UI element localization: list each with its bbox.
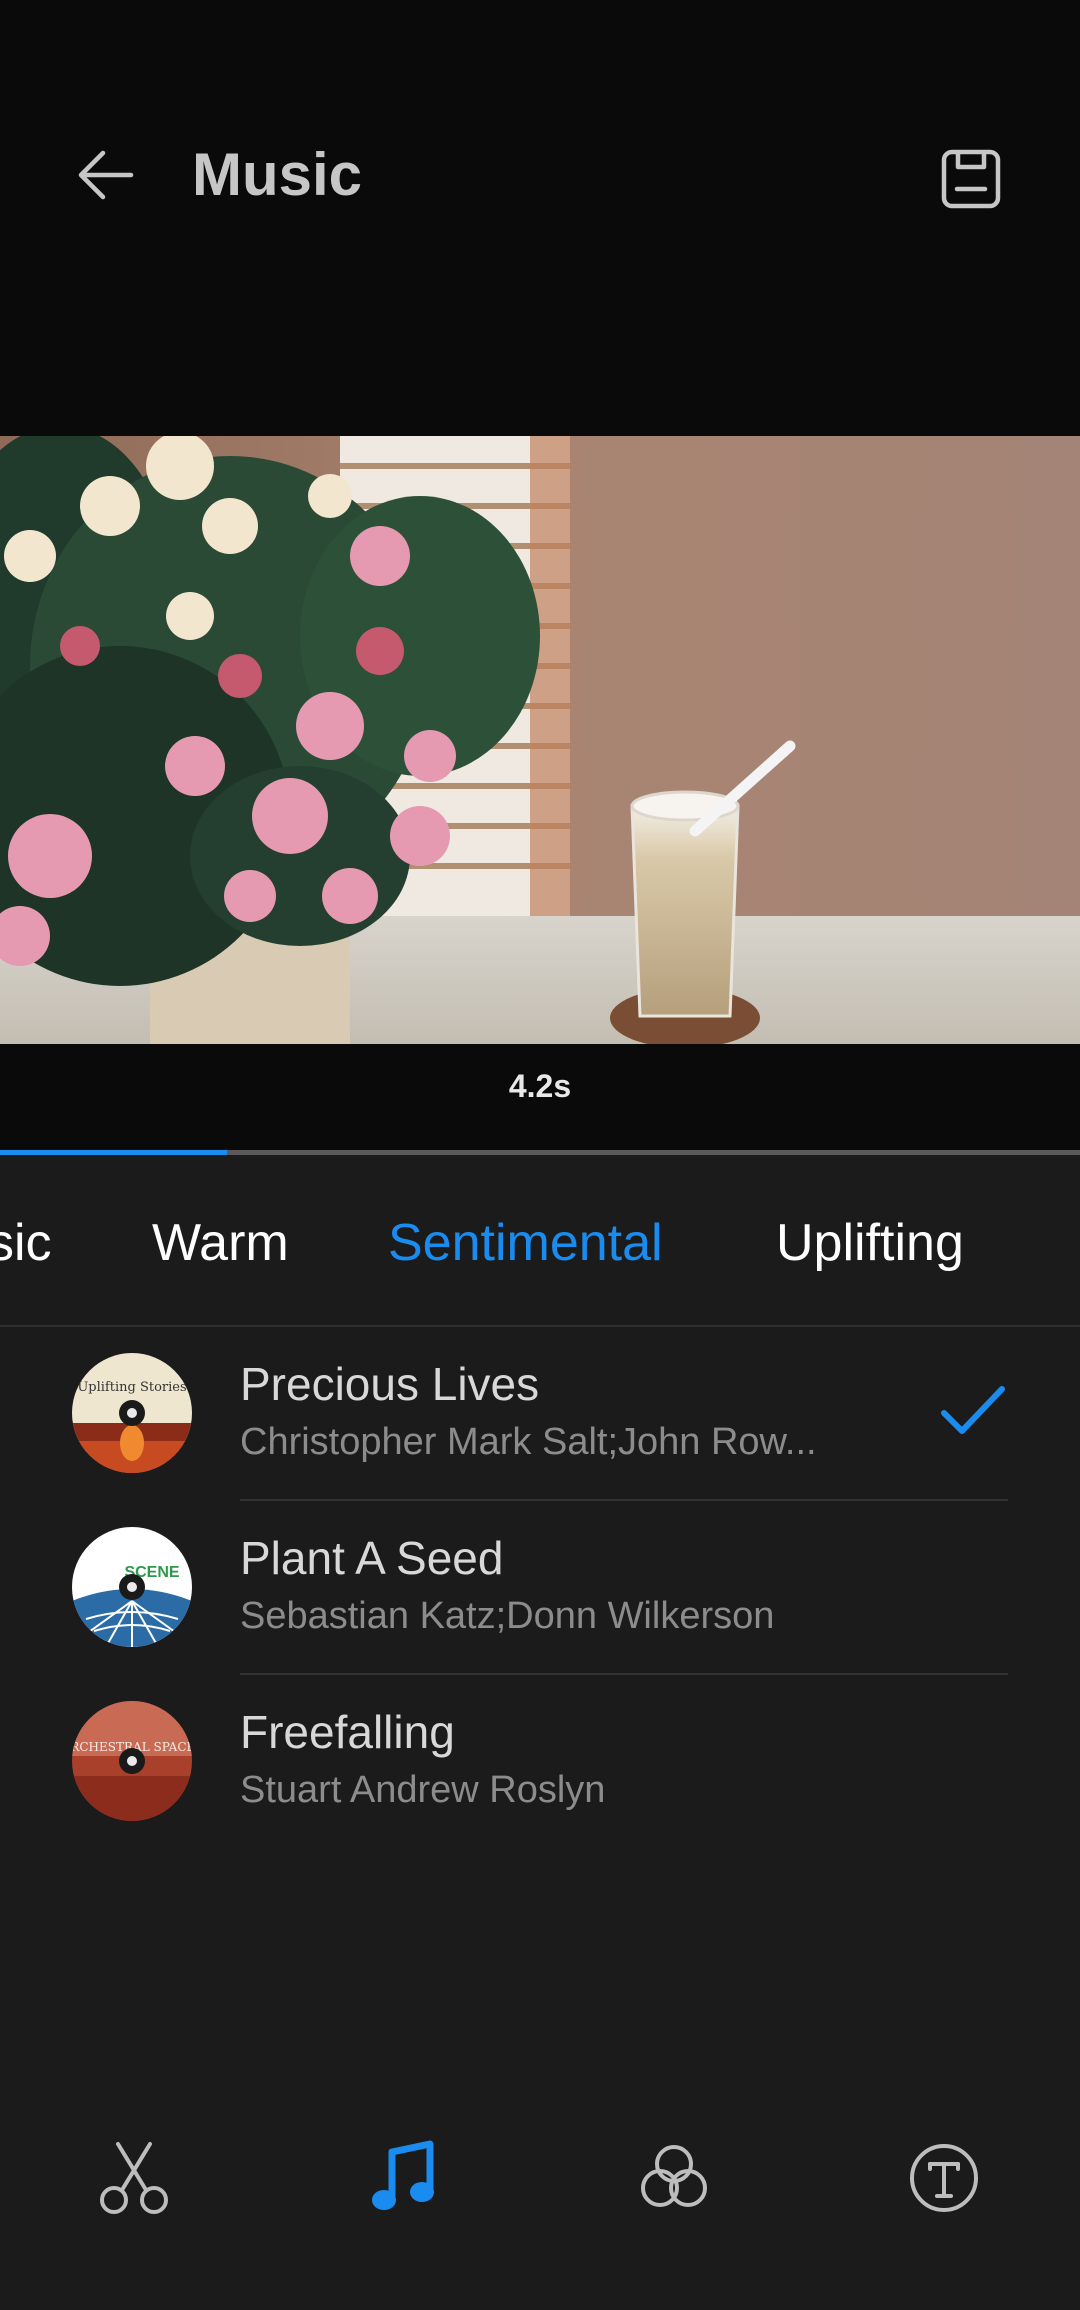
music-category-tabs: sic Warm Sentimental Uplifting <box>0 1155 1080 1327</box>
list-item[interactable]: Uplifting Stories Precious Lives Christo… <box>0 1327 1080 1501</box>
check-icon <box>941 1386 1005 1434</box>
music-note-icon <box>372 2140 434 2210</box>
playback-time: 4.2s <box>508 1068 572 1104</box>
back-button[interactable] <box>60 130 150 220</box>
video-preview[interactable] <box>0 436 1080 1044</box>
music-button[interactable] <box>354 2128 454 2228</box>
text-icon <box>910 2144 978 2212</box>
page-title: Music <box>192 141 363 208</box>
bottom-toolbar <box>0 2110 1080 2230</box>
album-cover: Uplifting Stories <box>72 1353 192 1473</box>
filters-icon <box>641 2145 707 2207</box>
album-cover: SCENE <box>72 1527 192 1647</box>
save-button[interactable] <box>926 134 1016 224</box>
trim-button[interactable] <box>84 2128 184 2228</box>
tab-uplifting[interactable]: Uplifting <box>776 1213 964 1273</box>
scissors-icon <box>100 2142 168 2214</box>
video-frame-image <box>0 436 1080 1044</box>
list-item[interactable]: ORCHESTRAL SPACES Freefalling Stuart And… <box>0 1675 1080 1849</box>
track-artist: Stuart Andrew Roslyn <box>240 1769 606 1811</box>
tab-sentimental[interactable]: Sentimental <box>388 1213 663 1273</box>
save-icon <box>941 149 1001 209</box>
track-title: Freefalling <box>240 1706 455 1758</box>
arrow-left-icon <box>78 150 134 200</box>
track-artist: Christopher Mark Salt;John Row... <box>240 1421 817 1463</box>
tab-classic[interactable]: sic <box>0 1213 52 1273</box>
tab-warm[interactable]: Warm <box>152 1213 289 1273</box>
timeline-bar: 4.2s <box>0 1044 1080 1152</box>
top-app-bar: Music <box>0 0 1080 436</box>
album-cover: ORCHESTRAL SPACES <box>72 1701 192 1821</box>
track-title: Precious Lives <box>240 1358 540 1410</box>
filters-button[interactable] <box>624 2128 724 2228</box>
text-button[interactable] <box>894 2128 994 2228</box>
list-item[interactable]: SCENE Plant A Seed Sebastian Katz;Donn W… <box>0 1501 1080 1675</box>
svg-text:Uplifting Stories: Uplifting Stories <box>77 1380 186 1395</box>
track-title: Plant A Seed <box>240 1532 504 1584</box>
track-artist: Sebastian Katz;Donn Wilkerson <box>240 1595 775 1637</box>
